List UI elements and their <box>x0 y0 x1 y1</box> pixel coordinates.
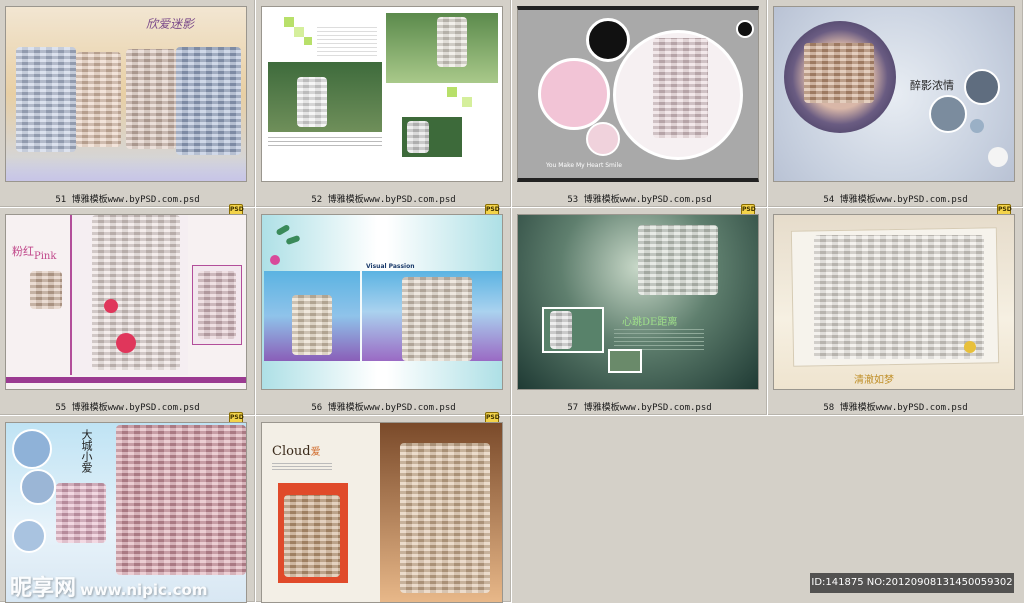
thumbnail-51-image: 欣爱迷影 <box>5 6 247 182</box>
thumbnail-57-title: 心跳DE距离 <box>622 317 678 328</box>
thumbnail-56-tagline: Visual Passion <box>366 263 415 270</box>
thumbnail-53-caption: 53 博雅模板www.byPSD.com.psd <box>567 195 712 205</box>
watermark-logo: 昵享网 www.nipic.com <box>10 570 207 602</box>
thumbnail-51-caption: 51 博雅模板www.byPSD.com.psd <box>55 195 200 205</box>
thumbnail-54-image: 醉影浓情 <box>773 6 1015 182</box>
thumbnail-59-title: 大城小爱 <box>80 429 93 473</box>
thumbnail-58-image: 清澈如梦 <box>773 214 1015 390</box>
thumbnail-52-caption: 52 博雅模板www.byPSD.com.psd <box>311 195 456 205</box>
thumbnail-54[interactable]: 醉影浓情 54 博雅模板www.byPSD.com.psd <box>768 0 1024 208</box>
thumbnail-51-title: 欣爱迷影 <box>146 17 195 31</box>
watermark-url: www.nipic.com <box>80 581 208 599</box>
thumbnail-57[interactable]: PSD 心跳DE距离 57 博雅模板www.byPSD.com.psd <box>512 204 768 416</box>
watermark-logo-text: 昵享网 <box>10 576 77 601</box>
thumbnail-55-image: 粉红 Pink <box>5 214 247 390</box>
thumbnail-56-image: Visual Passion <box>261 214 503 390</box>
thumbnail-53-image: You Make My Heart Smile <box>517 6 759 182</box>
thumbnail-54-caption: 54 博雅模板www.byPSD.com.psd <box>823 195 968 205</box>
thumbnail-54-title: 醉影浓情 <box>910 79 954 92</box>
thumbnail-60[interactable]: PSD Cloud爱 <box>256 412 512 603</box>
thumbnail-60-image: Cloud爱 <box>261 422 503 603</box>
thumbnail-57-image: 心跳DE距离 <box>517 214 759 390</box>
thumbnail-60-title: Cloud爱 <box>272 443 321 459</box>
thumbnail-55[interactable]: PSD 粉红 Pink 55 博雅模板www.byPSD.com.psd <box>0 204 256 416</box>
thumbnail-57-caption: 57 博雅模板www.byPSD.com.psd <box>567 403 712 413</box>
thumbnail-52-image <box>261 6 503 182</box>
thumbnail-58[interactable]: PSD 清澈如梦 58 博雅模板www.byPSD.com.psd <box>768 204 1024 416</box>
thumbnail-58-title: 清澈如梦 <box>854 375 894 386</box>
thumbnail-53[interactable]: You Make My Heart Smile 53 博雅模板www.byPSD… <box>512 0 768 208</box>
thumbnail-56-caption: 56 博雅模板www.byPSD.com.psd <box>311 403 456 413</box>
image-id-bar: ID:141875 NO:20120908131450059302 <box>810 573 1014 593</box>
thumbnail-60-title-suffix: 爱 <box>310 447 321 458</box>
thumbnail-58-caption: 58 博雅模板www.byPSD.com.psd <box>823 403 968 413</box>
thumbnail-53-tagline: You Make My Heart Smile <box>546 162 622 169</box>
thumbnail-55-title-cn: 粉红 <box>12 245 34 258</box>
thumbnail-55-title-en: Pink <box>34 251 57 262</box>
thumbnail-51[interactable]: 欣爱迷影 51 博雅模板www.byPSD.com.psd <box>0 0 256 208</box>
thumbnail-grid: 欣爱迷影 51 博雅模板www.byPSD.com.psd PSD 52 博雅模 <box>0 0 1024 603</box>
thumbnail-55-caption: 55 博雅模板www.byPSD.com.psd <box>55 403 200 413</box>
thumbnail-60-title-en: Cloud <box>272 444 311 459</box>
thumbnail-56[interactable]: PSD Visual Passion 56 博雅模板www.byPSD.com.… <box>256 204 512 416</box>
thumbnail-52[interactable]: PSD 52 博雅模板www.byPSD.com.psd <box>256 0 512 208</box>
